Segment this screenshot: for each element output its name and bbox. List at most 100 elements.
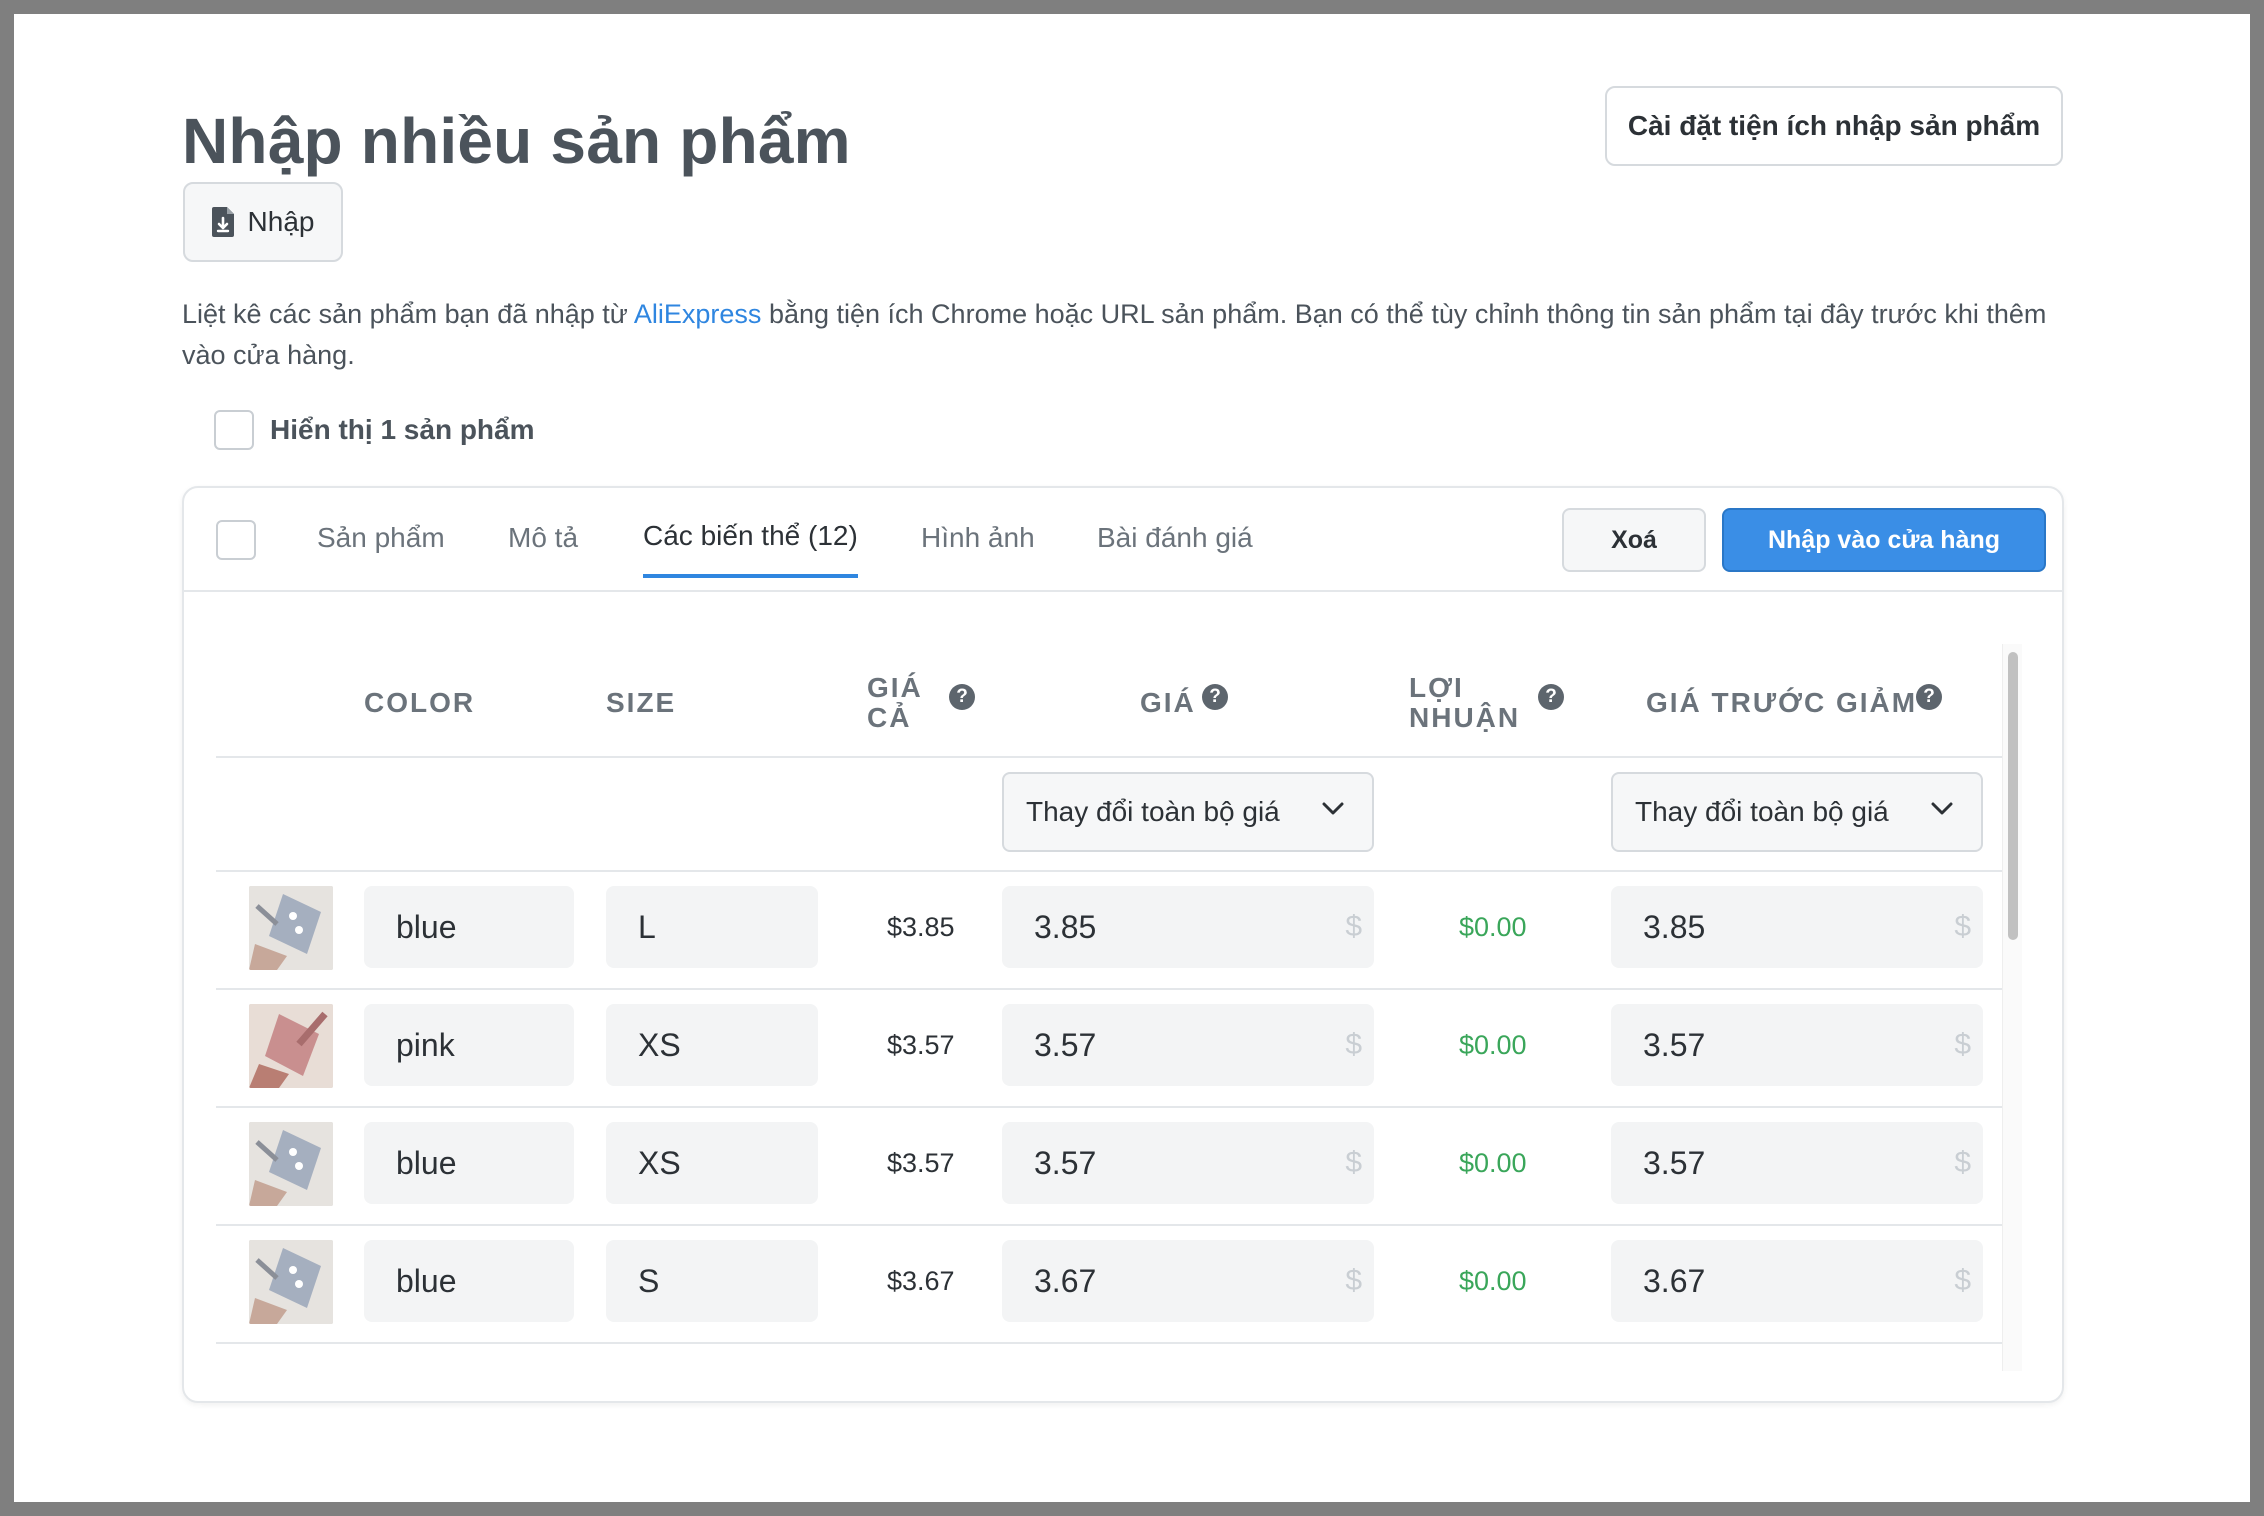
bulk-price-select[interactable]: Thay đổi toàn bộ giá [1002, 772, 1374, 852]
color-input[interactable]: blue [364, 1240, 574, 1322]
price-input[interactable]: 3.57 $ [1002, 1004, 1374, 1086]
column-header-profit-line2: NHUẬN [1409, 702, 1521, 733]
table-row: blue S $3.67 3.67 $ $0.00 3.67 $ [216, 1226, 2002, 1344]
color-input[interactable]: blue [364, 1122, 574, 1204]
cost-help-icon[interactable]: ? [949, 684, 975, 710]
page: Nhập nhiều sản phẩm Cài đặt tiện ích nhậ… [14, 14, 2250, 1502]
show-one-product-toggle: Hiển thị 1 sản phẩm [214, 410, 535, 450]
color-input[interactable]: blue [364, 886, 574, 968]
tab-reviews[interactable]: Bài đánh giá [1097, 522, 1253, 554]
price-value: 3.57 [1034, 1026, 1097, 1063]
bulk-price-select-label: Thay đổi toàn bộ giá [1026, 796, 1280, 827]
select-product-checkbox[interactable] [216, 520, 256, 560]
page-description: Liệt kê các sản phẩm bạn đã nhập từ AliE… [182, 294, 2082, 376]
column-header-cost: GIÁ CẢ [867, 673, 923, 733]
price-value: 3.57 [1034, 1144, 1097, 1181]
size-value: L [638, 908, 656, 945]
cost-value: $3.85 [887, 912, 955, 942]
dollar-icon: $ [1345, 1264, 1362, 1297]
page-title: Nhập nhiều sản phẩm [182, 105, 851, 177]
description-text-before: Liệt kê các sản phẩm bạn đã nhập từ [182, 299, 634, 329]
show-one-product-checkbox[interactable] [214, 410, 254, 450]
compare-price-value: 3.85 [1643, 908, 1706, 945]
compare-price-input[interactable]: 3.85 $ [1611, 886, 1983, 968]
column-header-compare-price: GIÁ TRƯỚC GIẢM [1646, 687, 1918, 718]
price-input[interactable]: 3.85 $ [1002, 886, 1374, 968]
tab-images[interactable]: Hình ảnh [921, 522, 1035, 554]
dollar-icon: $ [1954, 910, 1971, 943]
chevron-down-icon [1931, 802, 1953, 815]
compare-price-value: 3.57 [1643, 1026, 1706, 1063]
variant-thumbnail[interactable] [249, 1004, 333, 1088]
compare-price-help-icon[interactable]: ? [1916, 684, 1942, 710]
dollar-icon: $ [1345, 1028, 1362, 1061]
color-value: blue [396, 908, 457, 945]
show-one-product-label: Hiển thị 1 sản phẩm [270, 414, 535, 445]
price-value: 3.85 [1034, 908, 1097, 945]
column-header-size: SIZE [606, 687, 677, 718]
bulk-edit-row: Thay đổi toàn bộ giá Thay đổi toàn bộ gi… [216, 758, 2002, 872]
import-button-label: Nhập [247, 206, 315, 237]
column-header-profit: LỢI NHUẬN [1409, 673, 1520, 733]
import-extension-settings-button[interactable]: Cài đặt tiện ích nhập sản phẩm [1605, 86, 2063, 166]
cost-value: $3.57 [887, 1148, 955, 1178]
table-scrollbar[interactable] [2002, 644, 2022, 1371]
price-value: 3.67 [1034, 1262, 1097, 1299]
compare-price-input[interactable]: 3.57 $ [1611, 1004, 1983, 1086]
product-card-header: Sản phẩm Mô tả Các biến thể (12) Hình ản… [184, 488, 2062, 592]
column-header-color: COLOR [364, 687, 476, 718]
variant-thumbnail[interactable] [249, 1240, 333, 1324]
size-input[interactable]: XS [606, 1004, 818, 1086]
variants-table: COLOR SIZE GIÁ CẢ ? GIÁ ? LỢI NHUẬN ? GI… [216, 644, 2002, 1371]
profit-value: $0.00 [1459, 1030, 1527, 1060]
table-row: blue L $3.85 3.85 $ $0.00 3.85 $ [216, 872, 2002, 990]
dollar-icon: $ [1954, 1264, 1971, 1297]
size-value: XS [638, 1026, 681, 1063]
tab-variants[interactable]: Các biến thể (12) [643, 520, 858, 578]
compare-price-value: 3.67 [1643, 1262, 1706, 1299]
color-value: pink [396, 1026, 455, 1063]
table-header: COLOR SIZE GIÁ CẢ ? GIÁ ? LỢI NHUẬN ? GI… [216, 644, 2002, 758]
size-value: S [638, 1262, 660, 1299]
variant-thumbnail[interactable] [249, 886, 333, 970]
table-row: blue XS $3.57 3.57 $ $0.00 3.57 $ [216, 1108, 2002, 1226]
bulk-compare-price-select[interactable]: Thay đổi toàn bộ giá [1611, 772, 1983, 852]
product-card: Sản phẩm Mô tả Các biến thể (12) Hình ản… [182, 486, 2064, 1403]
chevron-down-icon [1322, 802, 1344, 815]
color-value: blue [396, 1262, 457, 1299]
variant-thumbnail[interactable] [249, 1122, 333, 1206]
profit-value: $0.00 [1459, 1148, 1527, 1178]
cost-value: $3.57 [887, 1030, 955, 1060]
price-input[interactable]: 3.57 $ [1002, 1122, 1374, 1204]
delete-button[interactable]: Xoá [1562, 508, 1706, 572]
size-input[interactable]: XS [606, 1122, 818, 1204]
aliexpress-link[interactable]: AliExpress [634, 299, 762, 329]
compare-price-value: 3.57 [1643, 1144, 1706, 1181]
table-row: pink XS $3.57 3.57 $ $0.00 3.57 $ [216, 990, 2002, 1108]
compare-price-input[interactable]: 3.67 $ [1611, 1240, 1983, 1322]
bulk-compare-select-label: Thay đổi toàn bộ giá [1635, 796, 1889, 827]
size-value: XS [638, 1144, 681, 1181]
size-input[interactable]: S [606, 1240, 818, 1322]
color-input[interactable]: pink [364, 1004, 574, 1086]
dollar-icon: $ [1954, 1146, 1971, 1179]
dollar-icon: $ [1345, 1146, 1362, 1179]
profit-help-icon[interactable]: ? [1538, 684, 1564, 710]
compare-price-input[interactable]: 3.57 $ [1611, 1122, 1983, 1204]
dollar-icon: $ [1345, 910, 1362, 943]
color-value: blue [396, 1144, 457, 1181]
column-header-cost-line2: CẢ [867, 702, 912, 733]
size-input[interactable]: L [606, 886, 818, 968]
price-help-icon[interactable]: ? [1202, 684, 1228, 710]
import-to-store-button[interactable]: Nhập vào cửa hàng [1722, 508, 2046, 572]
tab-product[interactable]: Sản phẩm [317, 522, 445, 554]
column-header-price: GIÁ [1140, 687, 1196, 718]
file-import-icon [211, 207, 234, 237]
price-input[interactable]: 3.67 $ [1002, 1240, 1374, 1322]
import-button[interactable]: Nhập [183, 182, 343, 262]
tab-description[interactable]: Mô tả [508, 522, 578, 554]
cost-value: $3.67 [887, 1266, 955, 1296]
profit-value: $0.00 [1459, 912, 1527, 942]
scrollbar-thumb[interactable] [2008, 652, 2018, 940]
column-header-profit-line1: LỢI [1409, 672, 1464, 703]
